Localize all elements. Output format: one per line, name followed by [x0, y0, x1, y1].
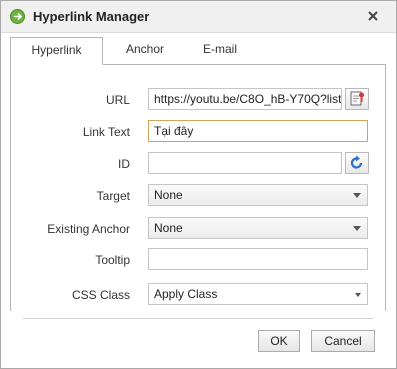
document-browse-icon[interactable]: [345, 88, 369, 110]
css-class-select[interactable]: Apply Class: [148, 283, 368, 305]
id-label: ID: [118, 157, 130, 171]
link-text-input[interactable]: Tại đây: [148, 120, 368, 142]
chevron-down-icon: [353, 226, 361, 231]
hyperlink-manager-dialog: Hyperlink Manager Hyperlink Anchor E-mai…: [0, 0, 397, 369]
target-select-value: None: [154, 188, 183, 202]
id-input[interactable]: [148, 152, 342, 174]
ok-button[interactable]: OK: [258, 330, 300, 352]
css-class-select-value: Apply Class: [154, 287, 218, 301]
dialog-title: Hyperlink Manager: [33, 9, 150, 24]
hyperlink-manager-icon: [10, 9, 25, 24]
dialog-titlebar[interactable]: Hyperlink Manager: [1, 1, 396, 33]
existing-anchor-select[interactable]: None: [148, 217, 368, 239]
css-class-label: CSS Class: [71, 288, 130, 302]
close-icon[interactable]: [365, 8, 381, 24]
tooltip-label: Tooltip: [95, 253, 130, 267]
chevron-down-icon: [353, 193, 361, 198]
target-label: Target: [96, 189, 130, 203]
existing-anchor-label: Existing Anchor: [47, 222, 130, 236]
existing-anchor-select-value: None: [154, 221, 183, 235]
url-input[interactable]: https://youtu.be/C8O_hB-Y70Q?list: [148, 88, 342, 110]
link-text-label: Link Text: [82, 125, 130, 139]
url-label: URL: [105, 93, 130, 107]
chevron-down-icon: [355, 293, 361, 297]
tab-anchor[interactable]: Anchor: [108, 37, 182, 64]
footer-divider: [23, 318, 373, 319]
tab-email[interactable]: E-mail: [186, 37, 254, 64]
cancel-button[interactable]: Cancel: [311, 330, 375, 352]
tab-strip: Hyperlink Anchor E-mail: [10, 37, 386, 65]
tooltip-input[interactable]: [148, 248, 368, 270]
tab-hyperlink[interactable]: Hyperlink: [10, 37, 103, 65]
refresh-icon[interactable]: [345, 152, 369, 174]
target-select[interactable]: None: [148, 184, 368, 206]
